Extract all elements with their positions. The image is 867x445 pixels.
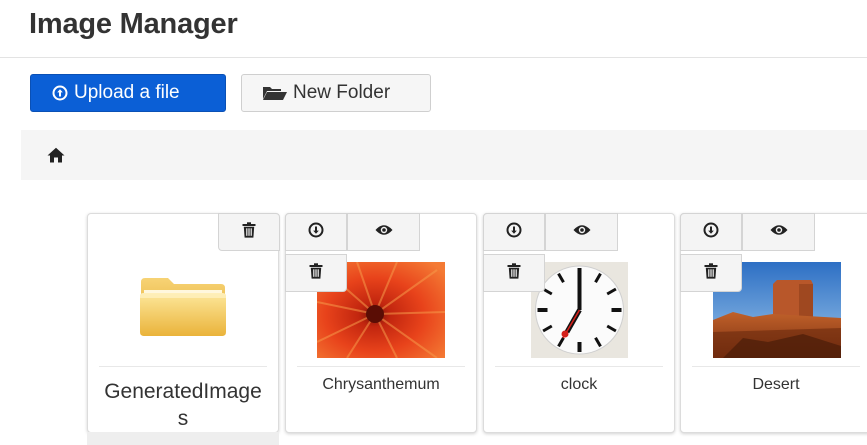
file-card[interactable]: Chrysanthemum — [285, 213, 477, 433]
trash-icon — [242, 221, 256, 243]
card-divider — [495, 366, 663, 367]
new-folder-label: New Folder — [293, 82, 391, 103]
eye-icon — [770, 223, 788, 241]
preview-button[interactable] — [545, 213, 618, 251]
file-card[interactable]: GeneratedImage s — [87, 213, 280, 433]
circle-up-icon — [52, 85, 68, 101]
download-icon — [308, 222, 324, 243]
title-divider — [0, 57, 867, 58]
delete-button[interactable] — [680, 254, 742, 292]
card-divider — [692, 366, 860, 367]
folder-thumbnail[interactable] — [138, 274, 228, 339]
trash-icon — [704, 262, 718, 284]
preview-button[interactable] — [742, 213, 815, 251]
card-divider — [297, 366, 465, 367]
home-icon[interactable] — [47, 147, 65, 168]
file-card[interactable]: Desert — [680, 213, 867, 433]
file-name: Desert — [752, 376, 800, 393]
page-title: Image Manager — [29, 8, 238, 40]
file-name: clock — [560, 376, 598, 393]
delete-button[interactable] — [285, 254, 347, 292]
download-button[interactable] — [483, 213, 545, 251]
file-card[interactable]: clock — [483, 213, 675, 433]
download-icon — [703, 222, 719, 243]
card-divider — [99, 366, 267, 367]
upload-file-label: Upload a file — [74, 82, 180, 103]
trash-icon — [309, 262, 323, 284]
file-name: Chrysanthemum — [322, 376, 440, 393]
download-button[interactable] — [680, 213, 742, 251]
download-icon — [506, 222, 522, 243]
breadcrumb — [21, 130, 867, 180]
folder-open-icon — [262, 85, 288, 101]
file-name: GeneratedImage s — [104, 380, 262, 430]
trash-icon — [507, 262, 521, 284]
preview-button[interactable] — [347, 213, 420, 251]
new-folder-button[interactable]: New Folder — [241, 74, 431, 112]
delete-button[interactable] — [218, 213, 280, 251]
delete-button[interactable] — [483, 254, 545, 292]
eye-icon — [573, 223, 591, 241]
eye-icon — [375, 223, 393, 241]
download-button[interactable] — [285, 213, 347, 251]
upload-file-button[interactable]: Upload a file — [30, 74, 226, 112]
image-thumbnail[interactable] — [531, 262, 628, 358]
card-shadow-strip — [87, 432, 279, 445]
